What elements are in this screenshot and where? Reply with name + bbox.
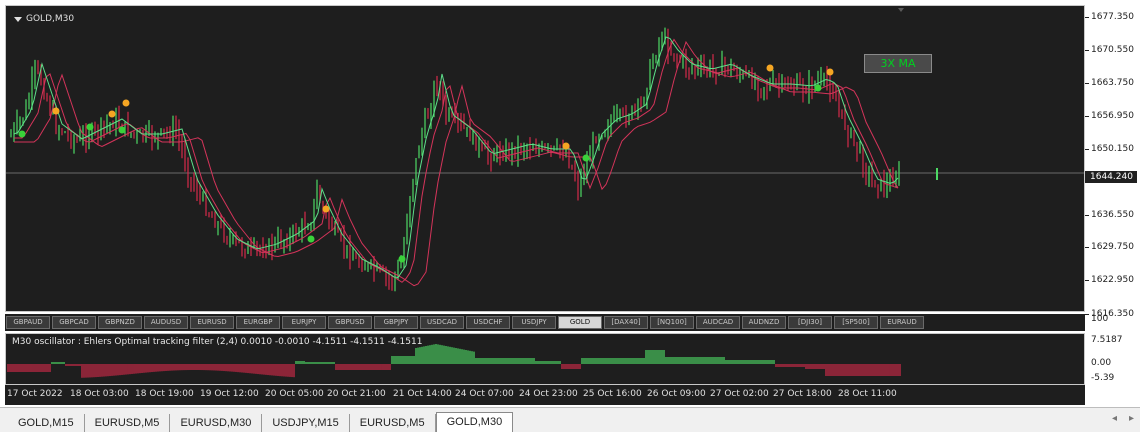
price-tick [1085, 314, 1089, 315]
symbol-button[interactable]: GBPUSD [328, 316, 372, 329]
symbol-bar: GBPAUD GBPCAD GBPNZD AUDUSD EURUSD EURGBP EURJ… [5, 314, 1085, 331]
time-label: 20 Oct 21:00 [327, 389, 386, 399]
price-label: 1677.350 [1091, 12, 1134, 22]
symbol-button[interactable]: EURAUD [880, 316, 924, 329]
time-label: 28 Oct 11:00 [838, 389, 897, 399]
price-tick [1085, 116, 1089, 117]
sell-signal-dot [108, 110, 116, 118]
chart-tab[interactable]: EURUSD,M30 [170, 414, 263, 432]
scroll-left-icon[interactable]: ◂ [1112, 413, 1117, 424]
symbol-button[interactable]: GBPJPY [374, 316, 418, 329]
time-label: 27 Oct 18:00 [773, 389, 832, 399]
time-label: 18 Oct 03:00 [70, 389, 129, 399]
time-axis: 17 Oct 2022 18 Oct 03:00 18 Oct 19:00 19 Oc… [5, 385, 1085, 405]
time-label: 24 Oct 07:00 [455, 389, 514, 399]
symbol-button[interactable]: GBPCAD [52, 316, 96, 329]
ma-line-fast [13, 36, 899, 279]
price-tick [1085, 215, 1089, 216]
price-tick [1085, 149, 1089, 150]
sell-signal-dot [562, 142, 570, 150]
price-tick [1085, 83, 1089, 84]
time-label: 19 Oct 12:00 [200, 389, 259, 399]
oscillator-pane[interactable]: M30 oscillator : Ehlers Optimal tracking… [5, 333, 1085, 385]
chart-tab[interactable]: GOLD,M30 [435, 412, 514, 432]
chart-tabbar: GOLD,M15 EURUSD,M5 EURUSD,M30 USDJPY,M15 EUR… [0, 407, 1140, 432]
symbol-button[interactable]: EURUSD [190, 316, 234, 329]
time-label: 27 Oct 02:00 [710, 389, 769, 399]
price-label: 1636.550 [1091, 210, 1134, 220]
oscillator-level-label: 100 [1091, 314, 1109, 324]
symbol-button[interactable]: EURGBP [236, 316, 280, 329]
sell-signal-dot [766, 64, 774, 72]
ma-line-medium [14, 38, 899, 283]
buy-signal-dot [86, 123, 94, 131]
symbol-button[interactable]: AUDCAD [696, 316, 740, 329]
time-label: 17 Oct 2022 [7, 389, 63, 399]
buy-signal-dot [18, 130, 26, 138]
buy-signal-dot [118, 126, 126, 134]
chart-title-text: GOLD,M30 [26, 14, 75, 24]
symbol-button[interactable]: AUDNZD [742, 316, 786, 329]
chart-tab[interactable]: EURUSD,M5 [350, 414, 436, 432]
buy-signal-dot [398, 255, 406, 263]
symbol-button[interactable]: USDJPY [512, 316, 556, 329]
scroll-right-icon[interactable]: ▸ [1129, 413, 1134, 424]
time-label: 20 Oct 05:00 [265, 389, 324, 399]
buy-signal-dot [307, 235, 315, 243]
oscillator-level-label: 7.5187 [1091, 335, 1123, 345]
price-label: 1622.950 [1091, 275, 1134, 285]
oscillator-title: M30 oscillator : Ehlers Optimal tracking… [12, 337, 423, 347]
oscillator-level-label: -5.39 [1091, 373, 1115, 383]
symbol-button[interactable]: USDCAD [420, 316, 464, 329]
price-label: 1663.750 [1091, 78, 1134, 88]
sell-signal-dot [52, 107, 60, 115]
symbol-button[interactable]: [SP500] [834, 316, 878, 329]
price-tick [1085, 50, 1089, 51]
main-chart-pane[interactable]: GOLD,M30 3X MA [5, 5, 1085, 312]
price-tick [1085, 247, 1089, 248]
time-label: 18 Oct 19:00 [135, 389, 194, 399]
ma-line-slow [14, 40, 899, 287]
candlestick-chart [6, 8, 1084, 292]
symbol-button[interactable]: GBPNZD [98, 316, 142, 329]
symbol-button[interactable]: [NQ100] [650, 316, 694, 329]
sell-signal-dot [826, 68, 834, 76]
buy-signal-dot [814, 84, 822, 92]
symbol-button[interactable]: USDCHF [466, 316, 510, 329]
time-label: 26 Oct 09:00 [647, 389, 706, 399]
chart-window: GOLD,M30 3X MA 1644.240 1677.350 1670.550… [0, 0, 1140, 407]
tab-scroll: ◂ ▸ [1112, 413, 1134, 424]
price-axis: 1644.240 1677.350 1670.550 1663.750 1656.95… [1085, 5, 1140, 405]
sell-signal-dot [322, 205, 330, 213]
symbol-button[interactable]: GOLD [558, 316, 602, 329]
time-label: 24 Oct 23:00 [519, 389, 578, 399]
symbol-button[interactable]: [DAX40] [604, 316, 648, 329]
symbol-button[interactable]: AUDUSD [144, 316, 188, 329]
price-label: 1656.950 [1091, 111, 1134, 121]
symbol-button[interactable]: [DJI30] [788, 316, 832, 329]
time-label: 25 Oct 16:00 [583, 389, 642, 399]
chart-tab[interactable]: GOLD,M15 [8, 414, 85, 432]
chart-tab[interactable]: EURUSD,M5 [85, 414, 171, 432]
time-label: 21 Oct 14:00 [393, 389, 452, 399]
sell-signal-dot [122, 99, 130, 107]
buy-signal-dot [582, 154, 590, 162]
oscillator-level-label: 0.00 [1091, 358, 1112, 368]
current-price-label: 1644.240 [1085, 171, 1137, 183]
price-tick [1085, 17, 1089, 18]
ma-label-box[interactable]: 3X MA [864, 54, 932, 73]
chart-menu-triangle-icon[interactable] [14, 16, 22, 22]
price-tick [1085, 280, 1089, 281]
symbol-button[interactable]: GBPAUD [6, 316, 50, 329]
chart-tab[interactable]: USDJPY,M15 [262, 414, 350, 432]
symbol-button[interactable]: EURJPY [282, 316, 326, 329]
price-label: 1670.550 [1091, 45, 1134, 55]
price-label: 1629.750 [1091, 242, 1134, 252]
price-label: 1650.150 [1091, 144, 1134, 154]
chart-title: GOLD,M30 [14, 14, 74, 24]
shift-marker-icon [898, 8, 904, 12]
